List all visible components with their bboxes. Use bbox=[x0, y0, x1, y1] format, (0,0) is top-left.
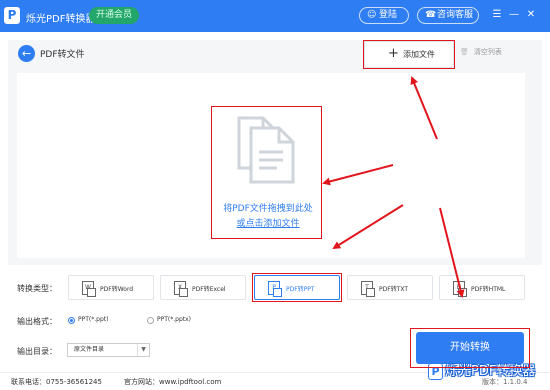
format-option-label: PDF转Excel bbox=[192, 286, 226, 293]
official-website: 官方网站：www.ipdftool.com bbox=[124, 378, 222, 386]
radio-pptx[interactable] bbox=[147, 317, 154, 324]
add-file-button[interactable]: + 添加文件 bbox=[364, 41, 454, 68]
minimize-icon[interactable]: — bbox=[508, 9, 520, 21]
word-file-icon: W bbox=[82, 281, 96, 297]
drop-hint: 将PDF文件拖拽到此处 bbox=[223, 204, 313, 214]
txt-file-icon: T bbox=[361, 281, 375, 297]
contact-phone: 联系电话：0755-36561245 bbox=[11, 378, 102, 386]
excel-file-icon: X bbox=[174, 281, 188, 297]
add-file-label: 添加文件 bbox=[403, 50, 435, 59]
trash-icon: 🗑 bbox=[460, 48, 469, 56]
output-dir-value: 原文件目录 bbox=[74, 346, 105, 353]
radio-ppt-label: PPT(*.ppt) bbox=[78, 316, 109, 323]
radio-pptx-label: PPT(*.pptx) bbox=[157, 316, 192, 323]
convert-type-label: 转换类型： bbox=[17, 284, 57, 293]
title-bar: P 烁光PDF转换器 开通会员 ☺ 登陆 ☎ 咨询客服 ☰ — ✕ bbox=[0, 0, 550, 32]
support-button[interactable]: ☎ 咨询客服 bbox=[417, 7, 479, 24]
clear-list-button[interactable]: 🗑 清空列表 bbox=[460, 47, 502, 57]
arrow-left-icon: ← bbox=[21, 47, 32, 60]
plus-icon: + bbox=[388, 46, 399, 61]
output-dir-label: 输出目录： bbox=[17, 347, 57, 356]
html-file-icon: H bbox=[453, 281, 467, 297]
ppt-file-icon: P bbox=[268, 281, 282, 297]
menu-icon[interactable]: ☰ bbox=[491, 9, 503, 21]
drop-add-link[interactable]: 或点击添加文件 bbox=[213, 216, 323, 229]
format-option-label: PDF转Word bbox=[100, 286, 134, 293]
format-option-excel[interactable]: X PDF转Excel bbox=[160, 275, 246, 300]
app-logo-icon: P bbox=[4, 7, 20, 24]
watermark: P 烁光PDF转换器 bbox=[428, 361, 545, 386]
format-option-txt[interactable]: T PDF转TXT bbox=[347, 275, 433, 300]
page-title: PDF转文件 bbox=[40, 50, 85, 60]
format-option-word[interactable]: W PDF转Word bbox=[68, 275, 154, 300]
start-convert-button[interactable]: 开始转换 bbox=[416, 332, 524, 364]
headset-icon: ☎ bbox=[425, 10, 437, 20]
format-option-html[interactable]: H PDF转HTML bbox=[439, 275, 525, 300]
output-format-label: 输出格式： bbox=[17, 317, 57, 326]
back-button[interactable]: ← bbox=[18, 45, 35, 62]
clear-list-label: 清空列表 bbox=[473, 48, 502, 56]
format-option-ppt[interactable]: P PDF转PPT bbox=[254, 275, 340, 300]
format-option-label: PDF转PPT bbox=[286, 286, 315, 293]
user-icon: ☺ bbox=[367, 10, 377, 20]
close-icon[interactable]: ✕ bbox=[525, 9, 537, 21]
login-button[interactable]: ☺ 登陆 bbox=[359, 7, 409, 24]
format-option-label: PDF转TXT bbox=[379, 286, 409, 293]
format-option-label: PDF转HTML bbox=[471, 286, 506, 293]
radio-ppt[interactable] bbox=[68, 317, 75, 324]
login-label: 登陆 bbox=[379, 10, 398, 20]
watermark-text: 烁光PDF转换器 bbox=[445, 364, 536, 379]
document-stack-icon bbox=[237, 116, 295, 184]
chevron-down-icon: ▼ bbox=[137, 344, 149, 356]
vip-button[interactable]: 开通会员 bbox=[89, 7, 139, 24]
app-title: 烁光PDF转换器 bbox=[26, 14, 96, 25]
support-label: 咨询客服 bbox=[437, 10, 474, 20]
output-dir-select[interactable]: 原文件目录 ▼ bbox=[67, 343, 150, 357]
watermark-logo-icon: P bbox=[428, 363, 443, 380]
